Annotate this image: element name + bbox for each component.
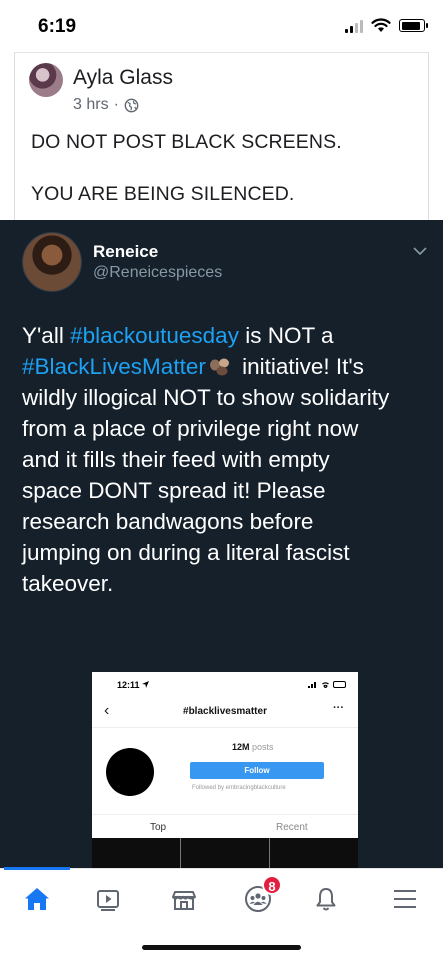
signal-icon [345,19,363,33]
embed-posts-number: 12M [232,742,250,752]
embed-posts-count: 12M posts [232,742,274,752]
embed-signal-icon [308,682,316,688]
embed-follow-button: Follow [190,762,324,779]
tweet-avatar [22,232,82,292]
status-icons [345,18,428,33]
tweet-text-span: is NOT a [238,323,334,348]
nav-home[interactable] [15,879,59,919]
battery-icon [399,19,428,32]
notifications-icon [316,888,336,911]
post-meta: 3 hrs · [73,96,139,114]
nav-groups[interactable]: 8 [236,875,282,919]
tweet-line: Y'all #blackoutuesday is NOT a [22,320,432,351]
tweet-line: wildly illogical NOT to show solidarity [22,385,390,410]
location-arrow-icon [142,681,150,688]
nav-watch[interactable] [86,879,130,919]
embed-time: 12:11 [117,680,150,690]
embed-posts-label: posts [252,742,274,752]
tweet-line: jumping on during a literal fascist [22,540,350,565]
embed-post-grid [92,838,358,868]
bottom-nav: 8 [0,867,443,960]
active-tab-indicator [4,867,70,870]
embed-tabs: Top Recent [92,814,358,838]
tweet-line: space DONT spread it! Please [22,478,326,503]
embed-grid-divider [180,838,181,868]
home-indicator [142,945,301,950]
tweet-text: Y'all #blackoutuesday is NOT a #BlackLiv… [22,320,432,599]
embed-grid-divider [269,838,270,868]
embed-header: ‹ #blacklivesmatter ··· [92,700,358,728]
embed-time-text: 12:11 [117,680,140,690]
chevron-down-icon [413,247,427,256]
marketplace-icon [172,891,196,910]
hashtag-blackoutuesday: #blackoutuesday [70,323,239,348]
watch-icon [97,890,119,911]
status-bar: 6:19 [0,0,443,52]
embed-tab-top: Top [150,822,167,833]
post-author[interactable]: Ayla Glass [73,66,173,90]
tweet-line: and it fills their feed with empty [22,447,330,472]
nav-notifications[interactable] [304,879,348,919]
embed-battery-icon [333,681,346,688]
embed-tab-recent: Recent [276,822,308,833]
status-time: 6:19 [38,16,77,37]
tweet-line: takeover. [22,571,114,596]
groups-badge: 8 [262,875,282,895]
tweet-handle: @Reneicespieces [93,264,223,281]
facebook-post: Ayla Glass 3 hrs · DO NOT POST BLACK SCR… [14,52,429,220]
tweet-line: research bandwagons before [22,509,314,534]
embed-title: #blacklivesmatter [183,706,267,717]
post-text: DO NOT POST BLACK SCREENS. YOU ARE BEING… [31,129,342,207]
tweet-line: #BlackLivesMatter initiative! It's [22,351,432,382]
post-line-1: DO NOT POST BLACK SCREENS. [31,131,342,153]
menu-icon [394,890,416,908]
wifi-icon [371,18,391,32]
embed-profile-circle [106,748,154,796]
author-avatar[interactable] [29,63,63,97]
raised-fist-emoji-icon [209,358,229,376]
nav-marketplace[interactable] [162,879,206,919]
embed-status-icons [308,681,346,688]
embed-status-bar: 12:11 [92,672,358,696]
tweet-line: from a place of privilege right now [22,416,359,441]
post-line-3: YOU ARE BEING SILENCED. [31,183,295,205]
tweet-screenshot[interactable]: Reneice @Reneicespieces Y'all #blackoutu… [0,220,443,868]
globe-icon [124,98,139,112]
post-time[interactable]: 3 hrs [73,96,109,114]
embedded-instagram-screenshot: 12:11 ‹ #blacklivesmatter ··· 12M posts … [92,672,358,868]
tweet-text-span: initiative! It's [235,354,364,379]
embed-more-icon: ··· [333,702,344,714]
meta-separator: · [113,96,119,113]
hashtag-blacklivesmatter: #BlackLivesMatter [22,354,206,379]
home-icon [25,888,49,910]
tweet-text-span: Y'all [22,323,71,348]
tweet-name: Reneice [93,242,159,261]
embed-followed-by: Followed by embracingblackculture [192,785,286,791]
nav-menu[interactable] [383,879,427,919]
embed-wifi-icon [322,682,329,688]
